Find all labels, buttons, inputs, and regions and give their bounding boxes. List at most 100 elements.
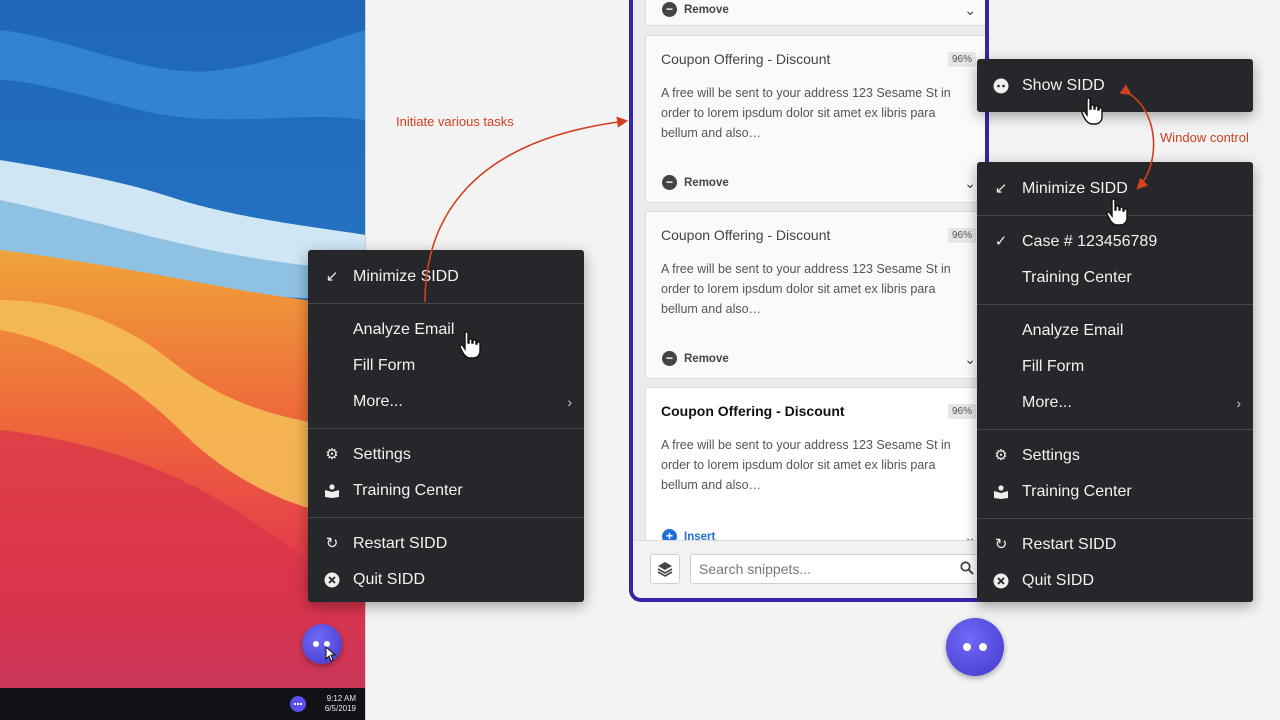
menu-item-analyze-email[interactable]: Analyze Email	[308, 312, 584, 348]
menu-label: Analyze Email	[353, 321, 455, 338]
menu-item-training-center[interactable]: Training Center	[308, 473, 584, 509]
menu-label: Case # 123456789	[1022, 233, 1158, 250]
annotation-initiate-tasks: Initiate various tasks	[396, 114, 514, 129]
menu-label: Training Center	[1022, 483, 1132, 500]
hand-cursor-icon	[459, 331, 481, 359]
remove-button[interactable]: − Remove	[662, 175, 729, 190]
hand-cursor-icon	[1081, 97, 1103, 125]
menu-label: Show SIDD	[1022, 77, 1105, 94]
menu-item-minimize[interactable]: ↙ Minimize SIDD	[308, 259, 584, 295]
left-context-menu: ↙ Minimize SIDD Analyze Email Fill Form …	[308, 250, 584, 602]
menu-item-settings[interactable]: ⚙ Settings	[308, 437, 584, 473]
menu-label: Settings	[353, 446, 411, 463]
match-score-badge: 96%	[947, 228, 976, 243]
menu-label: Restart SIDD	[353, 535, 448, 552]
search-input[interactable]	[690, 554, 980, 584]
snippet-panel: − Remove ⌄ Coupon Offering - Discount 96…	[629, 0, 989, 602]
menu-item-quit[interactable]: Quit SIDD	[308, 562, 584, 598]
book-reader-icon	[322, 473, 342, 509]
menu-item-quit[interactable]: Quit SIDD	[977, 563, 1253, 599]
minus-circle-icon: −	[662, 351, 677, 366]
chevron-right-icon: ›	[1236, 395, 1241, 411]
menu-item-restart[interactable]: ↻ Restart SIDD	[308, 526, 584, 562]
remove-button[interactable]: − Remove	[662, 351, 729, 366]
minimize-arrow-icon: ↙	[994, 180, 1008, 197]
annotation-window-control: Window control	[1160, 130, 1249, 145]
chevron-right-icon: ›	[567, 394, 572, 410]
match-score-badge: 96%	[947, 52, 976, 67]
sidd-dots-icon	[991, 68, 1011, 104]
menu-divider	[977, 429, 1253, 430]
close-circle-icon	[322, 562, 342, 598]
remove-button[interactable]: − Remove	[662, 2, 729, 17]
layers-button[interactable]	[650, 554, 680, 584]
chevron-down-icon[interactable]: ⌄	[964, 351, 976, 368]
snippet-card[interactable]: Coupon Offering - Discount 96% A free wi…	[645, 35, 985, 203]
menu-label: More...	[353, 393, 403, 410]
menu-label: Analyze Email	[1022, 322, 1124, 339]
menu-label: Training Center	[1022, 269, 1132, 286]
snippet-card[interactable]: Coupon Offering - Discount 96% A free wi…	[645, 387, 985, 557]
menu-label: Quit SIDD	[353, 571, 426, 588]
snippet-card[interactable]: Coupon Offering - Discount 96% A free wi…	[645, 211, 985, 379]
checkmark-icon: ✓	[994, 233, 1008, 250]
snippet-title: Coupon Offering - Discount	[661, 403, 845, 419]
taskbar-clock: 9:12 AM 6/5/2019	[325, 694, 356, 714]
minus-circle-icon: −	[662, 175, 677, 190]
right-context-menu: ↙ Minimize SIDD ✓ Case # 123456789 Train…	[977, 162, 1253, 602]
chevron-down-icon[interactable]: ⌄	[964, 2, 976, 19]
clock-time: 9:12 AM	[326, 694, 356, 703]
restart-icon: ↻	[994, 536, 1008, 553]
menu-item-restart[interactable]: ↻ Restart SIDD	[977, 527, 1253, 563]
action-label: Remove	[684, 352, 729, 365]
menu-item-show[interactable]: Show SIDD	[977, 68, 1253, 104]
chevron-down-icon[interactable]: ⌄	[964, 175, 976, 192]
gear-icon: ⚙	[325, 446, 339, 463]
minus-circle-icon: −	[662, 2, 677, 17]
menu-label: More...	[1022, 394, 1072, 411]
sidd-floating-button[interactable]	[946, 618, 1004, 676]
menu-item-analyze-email[interactable]: Analyze Email	[977, 313, 1253, 349]
snippet-body: A free will be sent to your address 123 …	[661, 262, 951, 316]
arrow-cursor-icon	[325, 646, 337, 662]
menu-divider	[977, 518, 1253, 519]
search-icon[interactable]	[960, 561, 974, 575]
snippet-title: Coupon Offering - Discount	[661, 51, 831, 67]
menu-item-fill-form[interactable]: Fill Form	[308, 348, 584, 384]
menu-label: Fill Form	[1022, 358, 1085, 375]
gear-icon: ⚙	[994, 447, 1008, 464]
menu-item-fill-form[interactable]: Fill Form	[977, 349, 1253, 385]
menu-item-case[interactable]: ✓ Case # 123456789	[977, 224, 1253, 260]
close-circle-icon	[991, 563, 1011, 599]
menu-item-more[interactable]: More... ›	[308, 384, 584, 420]
minimize-arrow-icon: ↙	[325, 268, 339, 285]
snippet-title: Coupon Offering - Discount	[661, 227, 831, 243]
snippet-card[interactable]: − Remove ⌄	[645, 0, 985, 26]
sidd-tray-icon[interactable]	[290, 696, 306, 712]
snippet-body: A free will be sent to your address 123 …	[661, 438, 951, 492]
menu-label: Settings	[1022, 447, 1080, 464]
menu-label: Restart SIDD	[1022, 536, 1117, 553]
menu-divider	[308, 428, 584, 429]
menu-item-training-center[interactable]: Training Center	[977, 474, 1253, 510]
restart-icon: ↻	[325, 535, 339, 552]
action-label: Remove	[684, 3, 729, 16]
book-reader-icon	[991, 474, 1011, 510]
menu-label: Quit SIDD	[1022, 572, 1095, 589]
show-sidd-menu: Show SIDD	[977, 59, 1253, 112]
action-label: Remove	[684, 176, 729, 189]
clock-date: 6/5/2019	[324, 704, 356, 713]
menu-label: Minimize SIDD	[353, 268, 459, 285]
menu-item-settings[interactable]: ⚙ Settings	[977, 438, 1253, 474]
menu-label: Minimize SIDD	[1022, 180, 1128, 197]
menu-label: Fill Form	[353, 357, 416, 374]
match-score-badge: 96%	[947, 404, 976, 419]
snippet-body: A free will be sent to your address 123 …	[661, 86, 951, 140]
menu-divider	[308, 517, 584, 518]
menu-item-training-center[interactable]: Training Center	[977, 260, 1253, 296]
menu-item-more[interactable]: More... ›	[977, 385, 1253, 421]
menu-divider	[308, 303, 584, 304]
menu-divider	[977, 304, 1253, 305]
search-bar	[633, 540, 985, 598]
layers-icon	[657, 562, 673, 577]
